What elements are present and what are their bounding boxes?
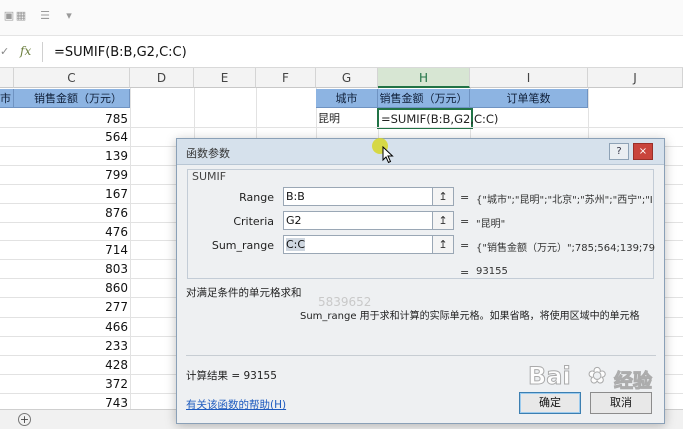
arg-label-range: Range [239, 191, 274, 204]
column-header-f[interactable]: F [256, 68, 316, 88]
cell-c9[interactable]: 714 [28, 241, 128, 259]
cancel-icon[interactable]: ✓ [0, 45, 9, 59]
dialog-title: 函数参数 [186, 147, 230, 160]
formula-bar: ✓ fx =SUMIF(B:B,G2,C:C) [0, 36, 683, 68]
cell-g2[interactable]: 昆明 [318, 109, 376, 128]
calculation-result: 计算结果 = 93155 [186, 368, 277, 383]
sum-range-selected-text: C:C [286, 238, 306, 251]
header-cell-b1[interactable]: 市 [0, 89, 14, 108]
grid-line [130, 88, 131, 409]
formula-result-preview: 93155 [476, 266, 508, 277]
function-help-link[interactable]: 有关该函数的帮助(H) [186, 397, 286, 412]
cell-c2[interactable]: 785 [28, 110, 128, 128]
range-value: {"城市";"昆明";"北京";"苏州";"西宁";"I [476, 195, 653, 206]
cell-h2-editing[interactable]: =SUMIF(B:B,G2,C:C) [377, 108, 498, 129]
cell-c10[interactable]: 803 [28, 260, 128, 278]
sum-range-equals: = [460, 239, 470, 252]
dialog-close-button[interactable]: × [633, 143, 653, 160]
column-header-c[interactable]: C [14, 68, 130, 88]
sum-range-input[interactable]: C:C [283, 235, 433, 254]
paw-icon: ✿ [587, 364, 607, 390]
range-equals: = [460, 191, 470, 204]
function-name: SUMIF [190, 170, 229, 183]
cell-c3[interactable]: 564 [28, 128, 128, 146]
range-collapse-icon[interactable]: ↥ [432, 187, 454, 206]
cell-c6[interactable]: 167 [28, 185, 128, 203]
cell-c14[interactable]: 233 [28, 337, 128, 355]
sum-range-value: {"销售金额（万元）";785;564;139;79 [476, 243, 656, 254]
cell-c15[interactable]: 428 [28, 356, 128, 374]
column-header-h[interactable]: H [378, 68, 470, 88]
criteria-value: "昆明" [476, 219, 506, 230]
dialog-divider [186, 355, 656, 356]
criteria-collapse-icon[interactable]: ↥ [432, 211, 454, 230]
result-value: 93155 [243, 370, 277, 382]
cell-c17[interactable]: 743 [28, 394, 128, 409]
redo-icon[interactable]: ☰ [38, 9, 52, 23]
sum-range-collapse-icon[interactable]: ↥ [432, 235, 454, 254]
column-header-i[interactable]: I [470, 68, 588, 88]
arg-label-sum-range: Sum_range [211, 239, 274, 252]
header-cell-c1[interactable]: 销售金额（万元） [14, 89, 130, 108]
formula-divider [42, 42, 43, 62]
column-header-j[interactable]: J [588, 68, 683, 88]
cell-c8[interactable]: 476 [28, 223, 128, 241]
jingyan-text: 经验 [613, 370, 653, 393]
criteria-equals: = [460, 215, 470, 228]
customize-icon[interactable]: ▾ [62, 9, 76, 23]
cell-c11[interactable]: 860 [28, 279, 128, 297]
result-label: 计算结果 = [186, 370, 241, 382]
header-cell-g1[interactable]: 城市 [316, 89, 378, 108]
cell-c12[interactable]: 277 [28, 298, 128, 316]
cell-c7[interactable]: 876 [28, 204, 128, 222]
add-sheet-icon[interactable]: + [18, 413, 31, 426]
dialog-help-button[interactable]: ? [609, 143, 629, 160]
cell-c16[interactable]: 372 [28, 375, 128, 393]
arg-label-criteria: Criteria [233, 215, 274, 228]
column-header-e[interactable]: E [194, 68, 256, 88]
range-input[interactable]: B:B [283, 187, 433, 206]
undo-icon[interactable]: ▦ [14, 9, 28, 23]
cell-c5[interactable]: 799 [28, 166, 128, 184]
header-cell-i1[interactable]: 订单笔数 [470, 89, 588, 108]
mouse-cursor-icon [382, 146, 394, 164]
cell-c4[interactable]: 139 [28, 147, 128, 165]
function-description: 对满足条件的单元格求和 [186, 287, 302, 299]
column-header-b[interactable] [0, 68, 14, 88]
formula-input[interactable]: =SUMIF(B:B,G2,C:C) [54, 45, 187, 60]
criteria-input[interactable]: G2 [283, 211, 433, 230]
baidu-logo-text: Bai [528, 362, 572, 391]
grid-line [0, 127, 683, 128]
quick-access-toolbar: ▣ ▦ ☰ ▾ [0, 0, 683, 36]
column-header-d[interactable]: D [130, 68, 194, 88]
formula-equals: = [460, 266, 470, 279]
column-header-g[interactable]: G [316, 68, 378, 88]
header-cell-h1[interactable]: 销售金额（万元） [378, 89, 470, 108]
baidu-jingyan-logo: Bai ✿ 经验 [528, 362, 678, 402]
dialog-titlebar[interactable]: 函数参数 ? × [177, 139, 664, 165]
insert-function-icon[interactable]: fx [20, 44, 38, 60]
argument-description: Sum_range 用于求和计算的实际单元格。如果省略，将使用区域中的单元格 [300, 311, 640, 322]
cell-c13[interactable]: 466 [28, 318, 128, 336]
